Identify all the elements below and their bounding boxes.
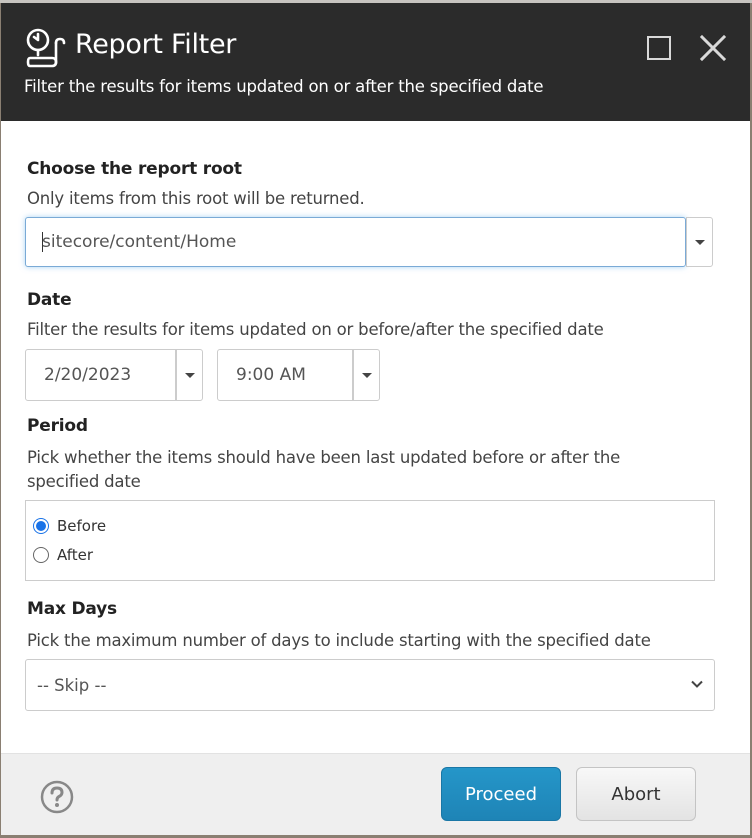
period-label: Period — [27, 416, 88, 436]
time-value: 9:00 AM — [236, 365, 306, 385]
period-option-after[interactable]: After — [33, 546, 93, 564]
date-help: Filter the results for items updated on … — [27, 320, 604, 339]
maximize-icon[interactable] — [647, 36, 671, 60]
proceed-button[interactable]: Proceed — [441, 767, 561, 821]
report-root-input[interactable]: sitecore/content/Home — [25, 217, 686, 267]
caret-down-icon — [694, 239, 705, 245]
date-input[interactable]: 2/20/2023 — [25, 349, 176, 401]
dialog-body: Choose the report root Only items from t… — [1, 121, 750, 753]
dialog-header: Report Filter Filter the results for ite… — [1, 3, 750, 121]
dialog-title: Report Filter — [75, 29, 237, 60]
max-days-select[interactable]: -- Skip -- — [25, 659, 715, 711]
report-root-label: Choose the report root — [27, 159, 242, 179]
dialog-subtitle: Filter the results for items updated on … — [24, 77, 544, 96]
caret-down-icon — [184, 372, 195, 378]
chevron-down-icon — [691, 680, 703, 688]
close-icon[interactable] — [698, 33, 728, 63]
clock-scroll-icon — [26, 28, 66, 68]
period-radio-group: Before After — [25, 500, 715, 581]
date-picker-button[interactable] — [176, 349, 203, 401]
dialog-footer: Proceed Abort — [1, 753, 750, 835]
max-days-selected: -- Skip -- — [37, 675, 107, 695]
period-option-before[interactable]: Before — [33, 517, 106, 535]
radio-before[interactable] — [33, 518, 49, 534]
report-filter-dialog: Report Filter Filter the results for ite… — [1, 3, 750, 835]
report-root-help: Only items from this root will be return… — [27, 189, 365, 208]
radio-label-after: After — [57, 546, 94, 564]
max-days-help: Pick the maximum number of days to inclu… — [27, 631, 651, 650]
time-input[interactable]: 9:00 AM — [217, 349, 353, 401]
report-root-value: sitecore/content/Home — [42, 232, 237, 252]
period-help: Pick whether the items should have been … — [27, 448, 621, 491]
radio-after[interactable] — [33, 547, 49, 563]
report-root-dropdown-button[interactable] — [686, 217, 713, 267]
time-picker-button[interactable] — [353, 349, 380, 401]
max-days-label: Max Days — [27, 599, 117, 619]
date-value: 2/20/2023 — [44, 365, 132, 385]
radio-label-before: Before — [57, 517, 107, 535]
caret-down-icon — [361, 372, 372, 378]
question-circle-icon[interactable] — [40, 780, 74, 814]
date-label: Date — [27, 290, 72, 310]
abort-button[interactable]: Abort — [576, 767, 696, 821]
